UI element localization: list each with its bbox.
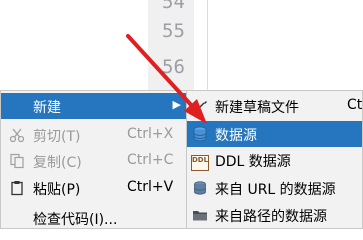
menu-item-label: 复制(C)	[33, 155, 82, 171]
submenu-item-label: 来自路径的数据源	[215, 209, 327, 225]
submenu-item-url-data-source[interactable]: 来自 URL 的数据源	[187, 175, 362, 201]
screenshot-stage: 54 55 56 新建 ▶ 剪切(T) Ctrl+X 复制(C) Ctrl+C …	[0, 0, 363, 229]
submenu-item-path-data-source[interactable]: 来自路径的数据源	[187, 202, 362, 228]
menu-item-shortcut: Ctrl+C	[127, 152, 174, 168]
url-datasource-icon	[191, 180, 209, 196]
paste-icon	[9, 180, 25, 196]
menu-item-shortcut: Ctrl+X	[127, 126, 174, 142]
gutter-divider	[207, 0, 208, 90]
line-number: 56	[162, 56, 185, 78]
menu-item-label: 剪切(T)	[33, 129, 81, 145]
copy-icon	[9, 153, 25, 169]
submenu-item-scratch-file[interactable]: 新建草稿文件 Ct	[187, 93, 362, 119]
submenu-item-label: 数据源	[215, 128, 257, 144]
submenu-item-data-source[interactable]: 数据源	[187, 121, 362, 147]
ddl-icon: DDL	[191, 155, 209, 171]
submenu-item-label: 新建草稿文件	[215, 100, 299, 116]
menu-item-shortcut: Ctrl+V	[127, 179, 174, 195]
editor-area-left	[0, 0, 148, 90]
submenu-item-ddl-data-source[interactable]: DDL DDL 数据源	[187, 147, 362, 173]
submenu-new: 新建草稿文件 Ct 数据源 DDL DDL 数据源 来自 URL 的数据源 来自…	[186, 90, 363, 229]
menu-item-paste[interactable]: 粘贴(P) Ctrl+V	[1, 175, 187, 201]
submenu-item-shortcut: Ct	[347, 97, 363, 113]
menu-item-label: 新建	[33, 100, 61, 116]
submenu-item-label: DDL 数据源	[215, 154, 291, 170]
scissors-icon	[9, 127, 25, 143]
menu-item-inspect-code[interactable]: 检查代码(I)...	[1, 205, 187, 229]
menu-item-copy[interactable]: 复制(C) Ctrl+C	[1, 148, 187, 174]
scratch-file-icon	[191, 98, 209, 114]
folder-icon	[191, 207, 209, 223]
submenu-arrow-icon: ▶	[172, 98, 181, 111]
context-menu: 新建 ▶ 剪切(T) Ctrl+X 复制(C) Ctrl+C 粘贴(P) Ctr…	[0, 90, 188, 229]
editor-area-right[interactable]	[194, 0, 363, 90]
submenu-item-label: 来自 URL 的数据源	[215, 182, 336, 198]
menu-item-label: 检查代码(I)...	[33, 212, 118, 228]
menu-item-cut[interactable]: 剪切(T) Ctrl+X	[1, 122, 187, 148]
line-number: 55	[162, 20, 185, 42]
menu-item-new[interactable]: 新建 ▶	[1, 93, 187, 119]
database-icon	[191, 126, 209, 142]
line-number: 54	[162, 0, 185, 13]
menu-item-label: 粘贴(P)	[33, 182, 81, 198]
